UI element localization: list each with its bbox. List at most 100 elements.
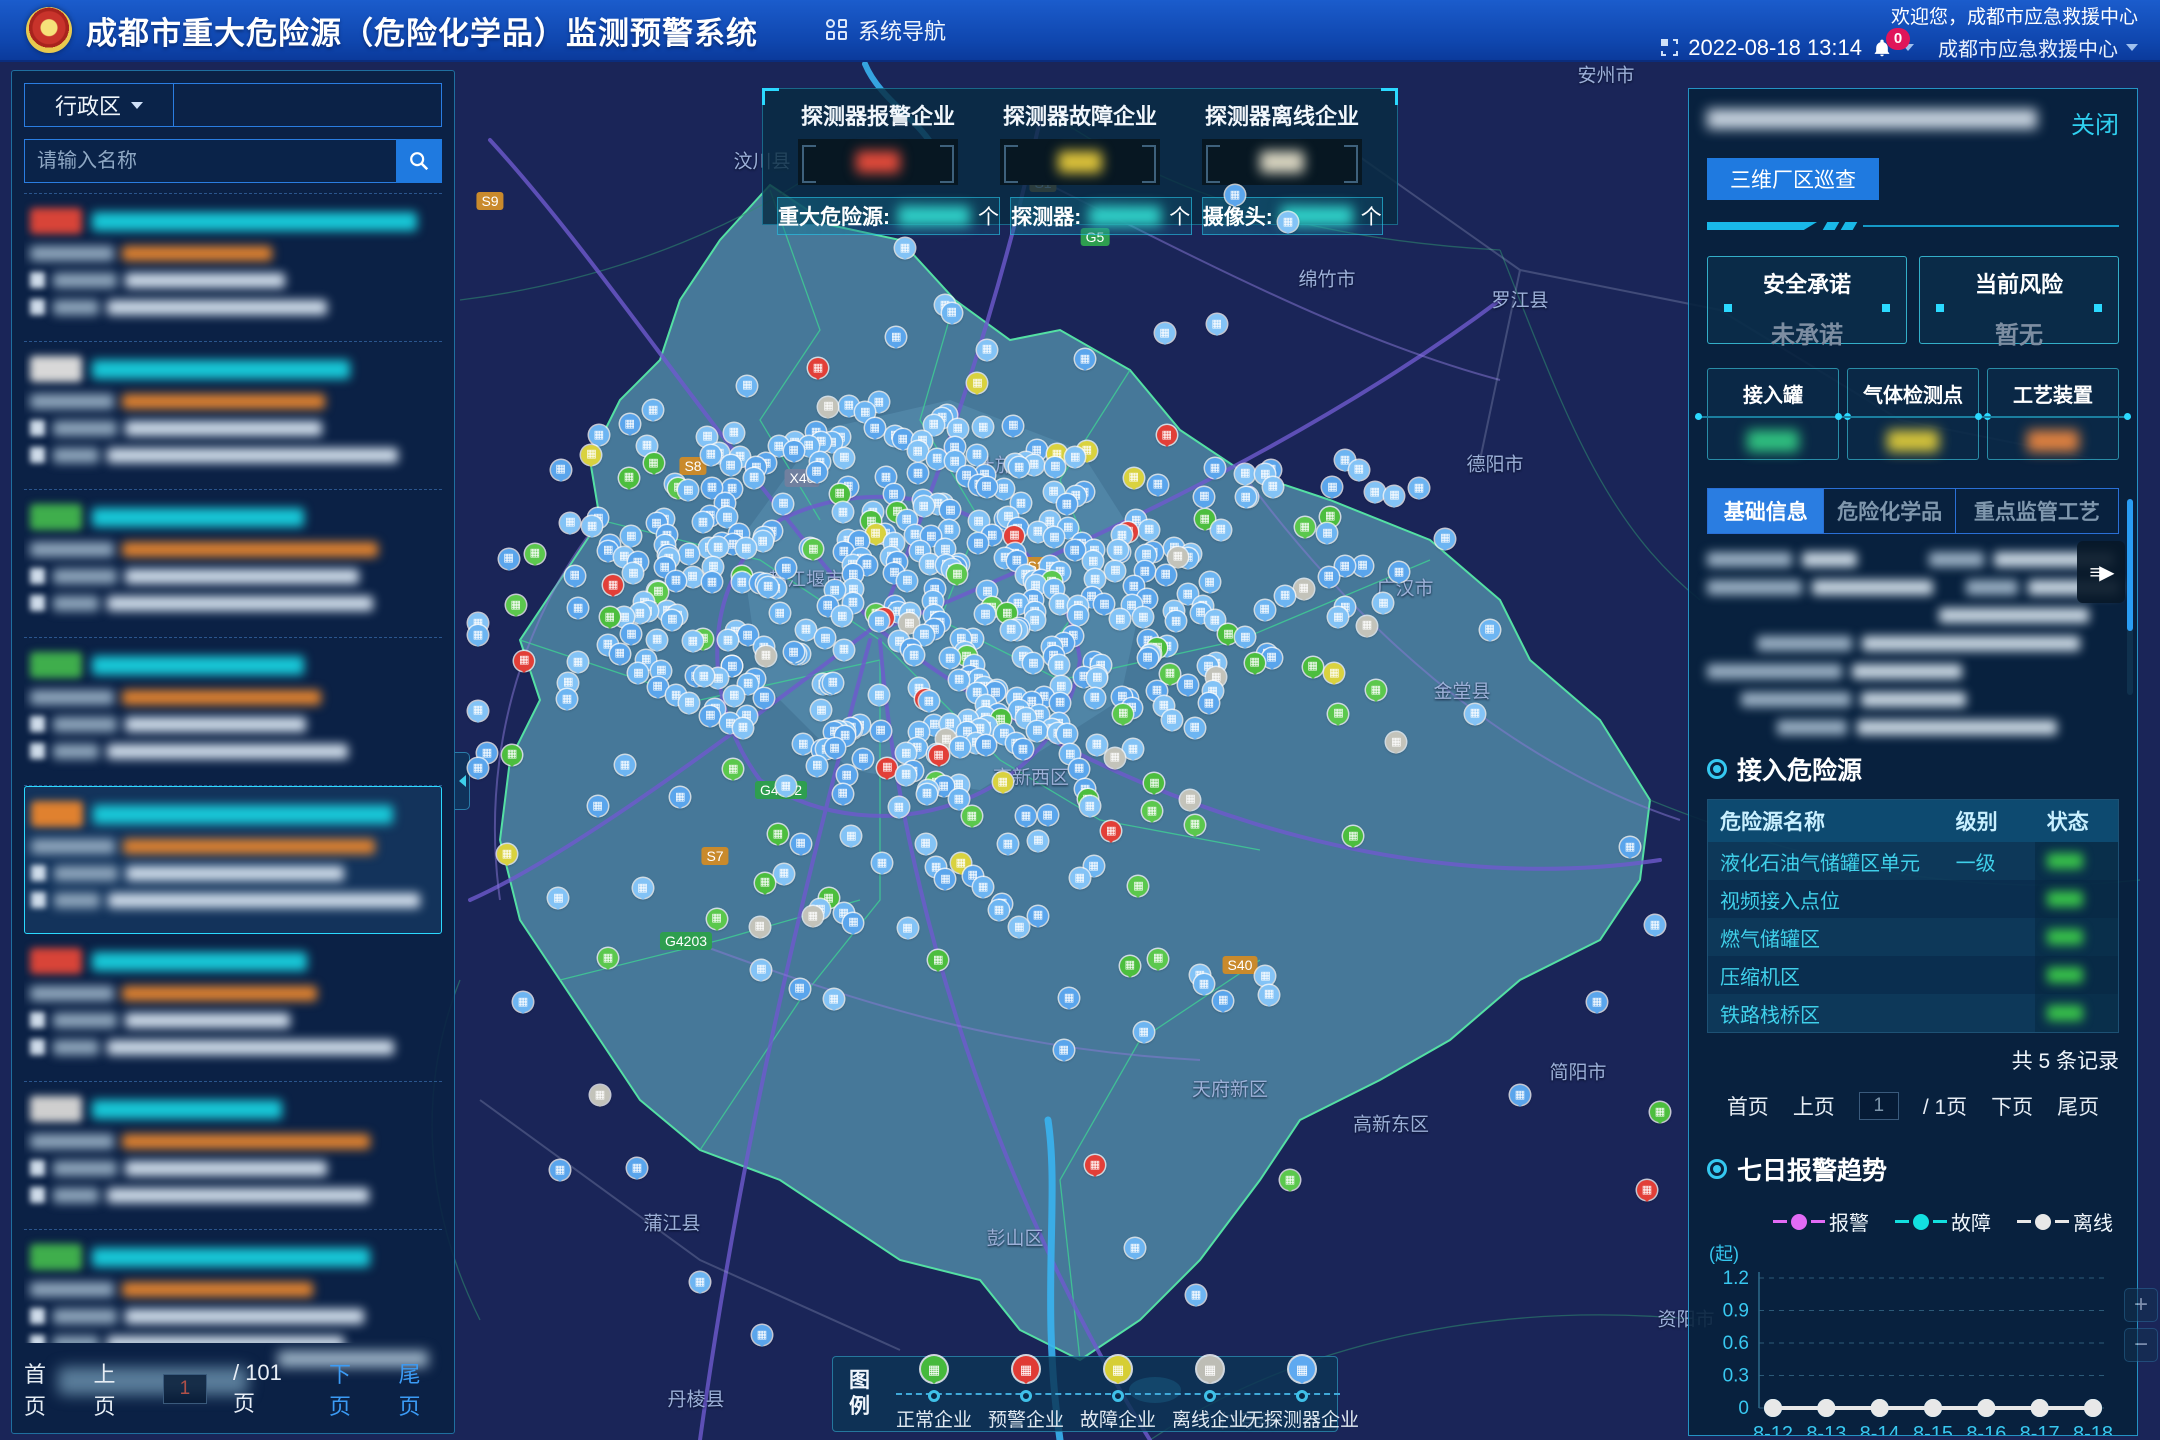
map-pin-blue[interactable]: ▦ [1317, 523, 1337, 543]
pagination-last[interactable]: 尾页 [2057, 1091, 2099, 1121]
map-pin-green[interactable]: ▦ [1185, 815, 1205, 835]
pagination-next[interactable]: 下页 [1991, 1091, 2033, 1121]
map-pin-blue[interactable]: ▦ [701, 445, 721, 465]
map-pin-blue[interactable]: ▦ [1038, 805, 1058, 825]
map-pin-blue[interactable]: ▦ [914, 496, 934, 516]
map-pin-blue[interactable]: ▦ [627, 1158, 647, 1178]
map-pin-blue[interactable]: ▦ [560, 513, 580, 533]
map-pin-blue[interactable]: ▦ [1587, 992, 1607, 1012]
map-pin-blue[interactable]: ▦ [628, 663, 648, 683]
pagination-first[interactable]: 首页 [1727, 1091, 1769, 1121]
map-pin-red[interactable]: ▦ [1157, 425, 1177, 445]
map-pin-blue[interactable]: ▦ [1194, 487, 1214, 507]
page-input[interactable] [1859, 1092, 1899, 1120]
map-pin-blue[interactable]: ▦ [939, 520, 959, 540]
map-pin-blue[interactable]: ▦ [758, 577, 778, 597]
map-pin-green[interactable]: ▦ [644, 453, 664, 473]
fullscreen-icon[interactable] [1661, 39, 1678, 56]
map-pin-blue[interactable]: ▦ [989, 900, 1009, 920]
map-pin-blue[interactable]: ▦ [1259, 985, 1279, 1005]
map-pin-blue[interactable]: ▦ [1278, 212, 1298, 232]
map-pin-green[interactable]: ▦ [947, 564, 967, 584]
map-pin-blue[interactable]: ▦ [776, 776, 796, 796]
map-pin-blue[interactable]: ▦ [1057, 724, 1077, 744]
map-pin-green[interactable]: ▦ [598, 948, 618, 968]
map-pin-blue[interactable]: ▦ [886, 327, 906, 347]
map-pin-blue[interactable]: ▦ [773, 494, 793, 514]
company-card[interactable] [24, 934, 442, 1082]
map-pin-blue[interactable]: ▦ [1162, 710, 1182, 730]
map-pin-blue[interactable]: ▦ [1262, 648, 1282, 668]
map-pin-blue[interactable]: ▦ [1255, 966, 1275, 986]
map-pin-blue[interactable]: ▦ [1045, 457, 1065, 477]
map-pin-blue[interactable]: ▦ [898, 918, 918, 938]
map-pin-green[interactable]: ▦ [619, 468, 639, 488]
map-pin-blue[interactable]: ▦ [551, 460, 571, 480]
map-pin-green[interactable]: ▦ [525, 544, 545, 564]
map-pin-green[interactable]: ▦ [803, 539, 823, 559]
map-pin-blue[interactable]: ▦ [1044, 527, 1064, 547]
map-pin-gray[interactable]: ▦ [818, 397, 838, 417]
map-pin-blue[interactable]: ▦ [1023, 653, 1043, 673]
map-pin-blue[interactable]: ▦ [1322, 477, 1342, 497]
map-pin-blue[interactable]: ▦ [942, 303, 962, 323]
map-pin-gray[interactable]: ▦ [1294, 579, 1314, 599]
map-pin-blue[interactable]: ▦ [1094, 594, 1114, 614]
map-pin-blue[interactable]: ▦ [744, 468, 764, 488]
map-pin-blue[interactable]: ▦ [1213, 991, 1233, 1011]
map-pin-green[interactable]: ▦ [830, 484, 850, 504]
map-pin-gray[interactable]: ▦ [750, 917, 770, 937]
map-pin-green[interactable]: ▦ [1142, 801, 1162, 821]
map-pin-blue[interactable]: ▦ [468, 701, 488, 721]
table-row[interactable]: 压缩机区 [1708, 956, 2118, 994]
search-input[interactable] [24, 139, 396, 183]
map-pin-green[interactable]: ▦ [1160, 664, 1180, 684]
map-pin-blue[interactable]: ▦ [824, 989, 844, 1009]
map-pin-yellow[interactable]: ▦ [497, 844, 517, 864]
map-pin-gray[interactable]: ▦ [1357, 616, 1377, 636]
map-pin-blue[interactable]: ▦ [895, 238, 915, 258]
map-pin-blue[interactable]: ▦ [1319, 567, 1339, 587]
map-pin-blue[interactable]: ▦ [1027, 721, 1047, 741]
map-pin-green[interactable]: ▦ [1148, 949, 1168, 969]
map-pin-blue[interactable]: ▦ [811, 700, 831, 720]
map-pin-blue[interactable]: ▦ [1166, 611, 1186, 631]
map-pin-gray[interactable]: ▦ [1168, 547, 1188, 567]
map-pin-green[interactable]: ▦ [1128, 876, 1148, 896]
map-pin-blue[interactable]: ▦ [670, 787, 690, 807]
map-pin-yellow[interactable]: ▦ [967, 373, 987, 393]
map-pin-red[interactable]: ▦ [808, 358, 828, 378]
map-pin-blue[interactable]: ▦ [1194, 974, 1214, 994]
map-pin-blue[interactable]: ▦ [897, 571, 917, 591]
map-pin-blue[interactable]: ▦ [751, 960, 771, 980]
map-pin-blue[interactable]: ▦ [754, 688, 774, 708]
map-pin-blue[interactable]: ▦ [1353, 556, 1373, 576]
company-card[interactable] [24, 786, 442, 934]
map-pin-blue[interactable]: ▦ [1065, 447, 1085, 467]
pagination-last[interactable]: 尾页 [399, 1357, 442, 1421]
map-pin-blue[interactable]: ▦ [718, 630, 738, 650]
map-pin-blue[interactable]: ▦ [732, 572, 752, 592]
map-pin-blue[interactable]: ▦ [940, 500, 960, 520]
map-pin-blue[interactable]: ▦ [948, 419, 968, 439]
map-pin-blue[interactable]: ▦ [690, 1272, 710, 1292]
map-pin-blue[interactable]: ▦ [832, 606, 852, 626]
map-pin-green[interactable]: ▦ [1280, 1170, 1300, 1190]
map-pin-blue[interactable]: ▦ [568, 598, 588, 618]
map-pin-blue[interactable]: ▦ [1016, 806, 1036, 826]
map-pin-blue[interactable]: ▦ [791, 834, 811, 854]
company-card[interactable] [24, 638, 442, 786]
company-card[interactable] [24, 490, 442, 638]
map-pin-blue[interactable]: ▦ [1255, 600, 1275, 620]
map-pin-blue[interactable]: ▦ [1059, 988, 1079, 1008]
table-row[interactable]: 液化石油气储罐区单元 一级 [1708, 842, 2118, 880]
pagination-prev[interactable]: 上页 [1793, 1091, 1835, 1121]
map-pin-blue[interactable]: ▦ [1178, 675, 1198, 695]
map-pin-blue[interactable]: ▦ [1087, 668, 1107, 688]
map-pin-blue[interactable]: ▦ [620, 414, 640, 434]
map-pin-blue[interactable]: ▦ [815, 628, 835, 648]
map-pin-red[interactable]: ▦ [929, 745, 949, 765]
tab-key-processes[interactable]: 重点监管工艺 [1956, 488, 2119, 534]
map-pin-blue[interactable]: ▦ [548, 888, 568, 908]
map-pin-blue[interactable]: ▦ [833, 502, 853, 522]
